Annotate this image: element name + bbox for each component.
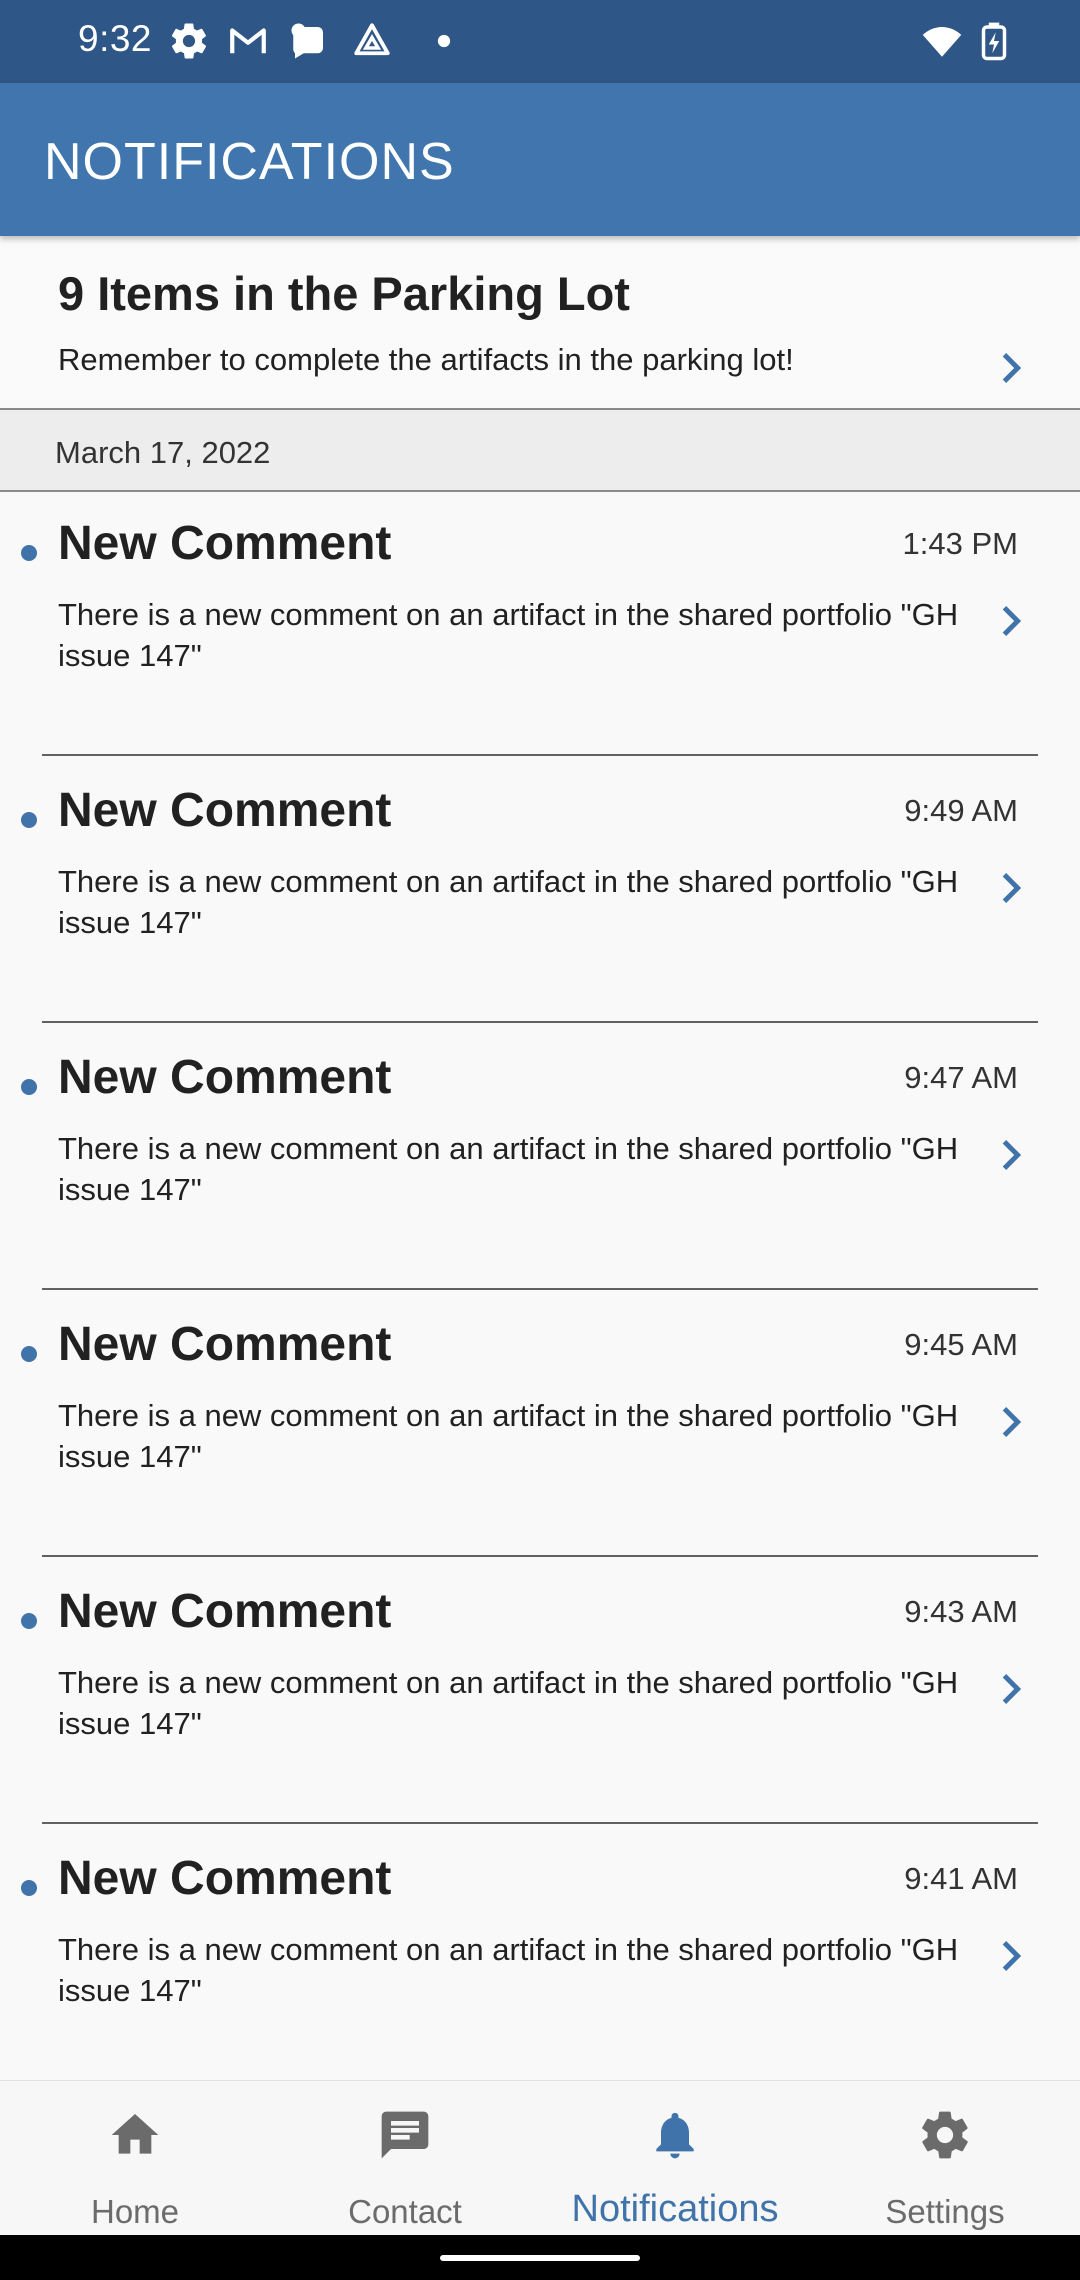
notification-time: 9:49 AM [904, 793, 1018, 828]
divider [42, 1822, 1038, 1824]
notification-time: 9:45 AM [904, 1327, 1018, 1362]
gear-icon [922, 2111, 968, 2159]
app-bar: NOTIFICATIONS [0, 83, 1080, 236]
notification-body: There is a new comment on an artifact in… [58, 1665, 959, 1741]
notification-time: 9:47 AM [904, 1060, 1018, 1095]
status-bar: 9:32 [0, 0, 1080, 83]
divider [42, 1288, 1038, 1290]
chevron-right-icon [1002, 1941, 1022, 1971]
unread-dot-icon [21, 545, 37, 561]
chat-icon [381, 2111, 429, 2159]
notification-body: There is a new comment on an artifact in… [58, 864, 959, 940]
notification-body: There is a new comment on an artifact in… [58, 1398, 959, 1474]
chevron-right-icon [1002, 1407, 1022, 1437]
status-time: 9:32 [78, 18, 153, 59]
bell-icon [656, 2112, 694, 2159]
notification-item[interactable]: New Comment 9:45 AM There is a new comme… [0, 1291, 1080, 1557]
notification-item[interactable]: New Comment 9:47 AM There is a new comme… [0, 1024, 1080, 1290]
notification-title: New Comment [58, 1051, 392, 1104]
notification-item[interactable]: New Comment 9:41 AM There is a new comme… [0, 1825, 1080, 2091]
unread-dot-icon [21, 1346, 37, 1362]
notification-time: 9:43 AM [904, 1594, 1018, 1629]
nav-label-settings: Settings [885, 2193, 1005, 2230]
notification-title: New Comment [58, 784, 392, 837]
unread-dot-icon [21, 1880, 37, 1896]
notification-title: New Comment [58, 1585, 392, 1638]
notification-item[interactable]: New Comment 9:43 AM There is a new comme… [0, 1558, 1080, 1824]
chevron-right-icon [1002, 1140, 1022, 1170]
notification-body: There is a new comment on an artifact in… [58, 1131, 959, 1207]
drive-icon [354, 23, 390, 56]
unread-dot-icon [21, 1079, 37, 1095]
nav-item-notifications[interactable]: Notifications [540, 2081, 810, 2236]
gear-icon [171, 23, 207, 59]
parking-lot-title: 9 Items in the Parking Lot [58, 267, 630, 320]
battery-charging-icon [981, 22, 1007, 61]
dot-icon [437, 34, 451, 48]
divider [42, 1555, 1038, 1557]
nav-item-contact[interactable]: Contact [270, 2081, 540, 2236]
divider [42, 754, 1038, 756]
wifi-icon [922, 27, 962, 57]
notification-time: 1:43 PM [902, 526, 1018, 561]
notification-time: 9:41 AM [904, 1861, 1018, 1896]
nav-label-notifications: Notifications [571, 2188, 779, 2230]
bottom-navigation: Home Contact Notifications Settings [0, 2080, 1080, 2236]
notification-title: New Comment [58, 1852, 392, 1905]
nav-label-home: Home [90, 2193, 180, 2230]
date-header-label: March 17, 2022 [55, 435, 271, 470]
chevron-right-icon [1002, 1674, 1022, 1704]
system-navigation-bar [0, 2235, 1080, 2280]
nav-item-settings[interactable]: Settings [810, 2081, 1080, 2236]
home-gesture-handle[interactable] [440, 2255, 640, 2261]
notification-item[interactable]: New Comment 9:49 AM There is a new comme… [0, 757, 1080, 1023]
notification-body: There is a new comment on an artifact in… [58, 597, 959, 673]
chevron-right-icon [1002, 353, 1022, 383]
notification-title: New Comment [58, 1318, 392, 1371]
parking-lot-message: Remember to complete the artifacts in th… [58, 342, 794, 377]
chat-bubble-icon [291, 23, 323, 59]
gmail-icon [230, 28, 266, 54]
notification-body: There is a new comment on an artifact in… [58, 1932, 959, 2008]
chevron-right-icon [1002, 606, 1022, 636]
notification-item[interactable]: New Comment 1:43 PM There is a new comme… [0, 490, 1080, 756]
nav-item-home[interactable]: Home [0, 2081, 270, 2236]
parking-lot-banner[interactable]: 9 Items in the Parking Lot Remember to c… [0, 236, 1080, 410]
page-title: NOTIFICATIONS [44, 133, 455, 191]
home-icon [111, 2114, 159, 2154]
chevron-right-icon [1002, 873, 1022, 903]
divider [42, 1021, 1038, 1023]
notification-title: New Comment [58, 517, 392, 570]
date-header: March 17, 2022 [0, 410, 1080, 492]
unread-dot-icon [21, 1613, 37, 1629]
nav-label-contact: Contact [348, 2193, 462, 2230]
unread-dot-icon [21, 812, 37, 828]
